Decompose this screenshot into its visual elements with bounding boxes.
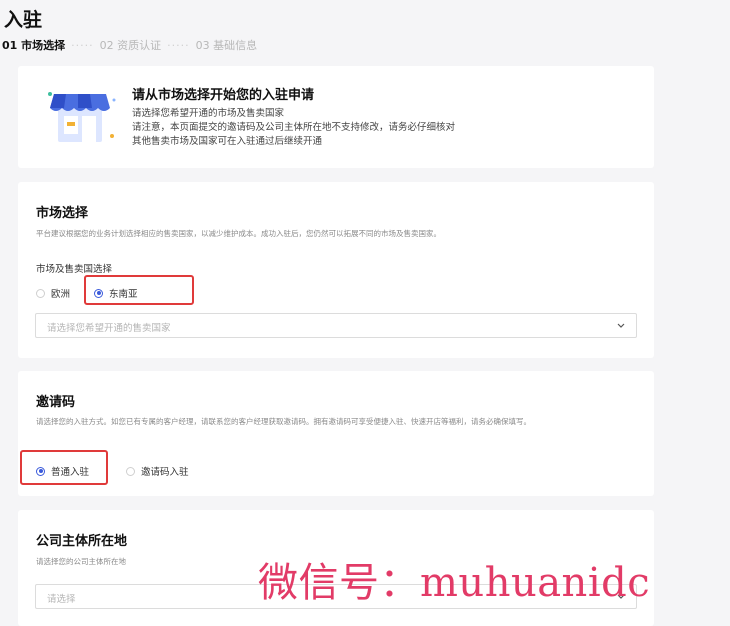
step-separator: ····· xyxy=(71,38,94,52)
radio-label: 邀请码入驻 xyxy=(141,467,189,478)
radio-label: 欧洲 xyxy=(51,289,71,300)
country-select[interactable]: 请选择您希望开通的售卖国家 xyxy=(35,313,637,338)
invite-description: 请选择您的入驻方式。如您已有专属的客户经理，请联系您的客户经理获取邀请码。拥有邀… xyxy=(36,417,531,426)
market-card: 市场选择 平台建议根据您的业务计划选择相应的售卖国家，以减少维护成本。成功入驻后… xyxy=(18,182,654,358)
select-placeholder: 请选择 xyxy=(47,594,76,605)
market-field-label: 市场及售卖国选择 xyxy=(36,264,113,275)
market-description: 平台建议根据您的业务计划选择相应的售卖国家，以减少维护成本。成功入驻后，您仍然可… xyxy=(36,229,441,238)
store-illustration-icon xyxy=(48,92,116,142)
step-market: 01 市场选择 xyxy=(2,39,66,52)
intro-title: 请从市场选择开始您的入驻申请 xyxy=(132,88,315,103)
step-indicator: 01 市场选择 ····· 02 资质认证 ····· 03 基础信息 xyxy=(2,37,257,53)
step-basic-info: 03 基础信息 xyxy=(195,39,258,52)
intro-line: 请选择您希望开通的市场及售卖国家 xyxy=(132,108,285,119)
select-placeholder: 请选择您希望开通的售卖国家 xyxy=(47,323,171,334)
page-title: 入驻 xyxy=(4,9,43,31)
invite-title: 邀请码 xyxy=(36,395,76,410)
invite-card: 邀请码 请选择您的入驻方式。如您已有专属的客户经理，请联系您的客户经理获取邀请码… xyxy=(18,371,654,496)
company-title: 公司主体所在地 xyxy=(36,534,128,549)
intro-line: 请注意，本页面提交的邀请码及公司主体所在地不支持修改，请务必仔细核对 xyxy=(132,122,456,133)
radio-invite-entry[interactable]: 邀请码入驻 xyxy=(126,464,189,478)
step-separator: ····· xyxy=(167,38,190,52)
radio-circle[interactable] xyxy=(126,466,135,476)
market-title: 市场选择 xyxy=(36,206,89,221)
radio-europe[interactable]: 欧洲 xyxy=(36,286,70,300)
intro-line: 其他售卖市场及国家可在入驻通过后继续开通 xyxy=(132,136,323,147)
watermark-text: 微信号：muhuanidc xyxy=(258,560,651,606)
intro-card: 请从市场选择开始您的入驻申请 请选择您希望开通的市场及售卖国家 请注意，本页面提… xyxy=(18,66,654,168)
step-qualification: 02 资质认证 xyxy=(99,39,162,52)
highlight-box xyxy=(20,450,108,485)
highlight-box xyxy=(84,275,194,305)
radio-circle[interactable] xyxy=(36,288,45,298)
chevron-down-icon xyxy=(617,323,625,328)
